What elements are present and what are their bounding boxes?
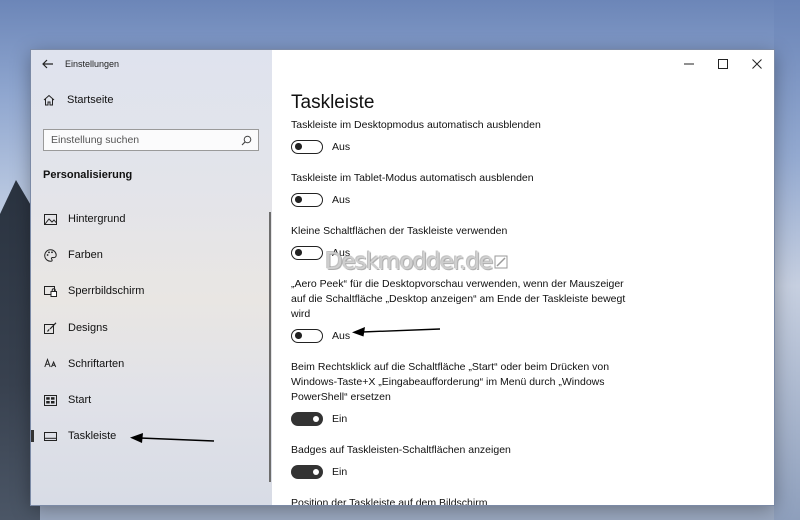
back-button[interactable] [31,50,65,78]
nav-list: Hintergrund Farben Sperrbildschirm Desig… [31,201,272,454]
minimize-icon [684,63,694,65]
toggle-state-label: Aus [332,141,351,153]
sidebar-item-start[interactable]: Start [31,382,272,418]
maximize-icon [718,59,728,69]
sidebar-item-label: Schriftarten [68,357,125,370]
back-arrow-icon [42,59,53,69]
minimize-button[interactable] [672,50,706,78]
nav-home-label: Startseite [67,94,114,106]
toggle-state-label: Aus [332,194,351,206]
window-controls [672,50,774,78]
palette-icon [43,248,57,262]
setting-row-aero-peek: Aus [291,329,350,343]
nav-home[interactable]: Startseite [43,94,113,106]
setting-label-powershell: Beim Rechtsklick auf die Schaltfläche „S… [291,361,610,403]
annotation-arrow-taskleiste [130,433,215,443]
titlebar: Einstellungen [31,50,272,78]
close-button[interactable] [740,50,774,78]
app-title: Einstellungen [65,59,120,69]
home-icon [43,94,55,106]
sidebar-item-sperrbildschirm[interactable]: Sperrbildschirm [31,273,272,309]
brush-icon [43,321,57,335]
toggle-small-buttons[interactable] [291,246,323,260]
sidebar-item-farben[interactable]: Farben [31,237,272,273]
lock-screen-icon [43,284,57,298]
setting-row-badges: Ein [291,465,347,479]
sidebar-scrollbar[interactable] [269,212,271,482]
watermark-pencil-icon [494,255,508,269]
toggle-tablet-autohide[interactable] [291,193,323,207]
setting-label-badges: Badges auf Taskleisten-Schaltflächen anz… [291,444,511,456]
setting-label-aero-peek: „Aero Peek“ für die Desktopvorschau verw… [291,278,626,320]
setting-label-desktop-autohide: Taskleiste im Desktopmodus automatisch a… [291,119,541,131]
sidebar-item-label: Start [68,394,92,407]
settings-scroll-area: Taskleiste im Desktopmodus automatisch a… [272,118,774,505]
toggle-badges[interactable] [291,465,323,479]
font-icon [43,357,57,371]
setting-label-small-buttons: Kleine Schaltflächen der Taskleiste verw… [291,225,508,237]
setting-label-tablet-autohide: Taskleiste im Tablet-Modus automatisch a… [291,172,534,184]
close-icon [752,59,762,69]
toggle-powershell[interactable] [291,412,323,426]
taskbar-icon [43,429,57,443]
setting-row-powershell: Ein [291,412,347,426]
sidebar-item-label: Farben [68,249,103,262]
start-menu-icon [43,393,57,407]
toggle-desktop-autohide[interactable] [291,140,323,154]
content-pane: Taskleiste Taskleiste im Desktopmodus au… [272,50,774,505]
toggle-aero-peek[interactable] [291,329,323,343]
sidebar-item-hintergrund[interactable]: Hintergrund [31,201,272,237]
sidebar-item-schriftarten[interactable]: Schriftarten [31,346,272,382]
setting-row-desktop-autohide: Aus [291,140,350,154]
sidebar-item-label: Hintergrund [68,213,126,226]
sidebar-item-label: Sperrbildschirm [68,285,145,298]
search-icon[interactable] [241,135,252,146]
search-input[interactable] [51,134,231,146]
setting-label-taskbar-position: Position der Taskleiste auf dem Bildschi… [291,497,488,505]
search-box[interactable] [43,129,259,151]
watermark-text: Deskmodder.de [325,249,493,275]
toggle-state-label: Aus [332,330,351,342]
page-title: Taskleiste [291,92,375,113]
picture-icon [43,212,57,226]
toggle-state-label: Ein [332,413,348,425]
sidebar-item-designs[interactable]: Designs [31,310,272,346]
watermark: Deskmodder.de [325,249,508,275]
background-lake [774,0,800,520]
sidebar-item-label: Designs [68,321,108,334]
section-heading: Personalisierung [43,169,133,181]
maximize-button[interactable] [706,50,740,78]
annotation-arrow-aero-peek [352,327,441,337]
setting-row-tablet-autohide: Aus [291,193,350,207]
toggle-state-label: Ein [332,466,348,478]
sidebar-item-label: Taskleiste [68,430,117,443]
